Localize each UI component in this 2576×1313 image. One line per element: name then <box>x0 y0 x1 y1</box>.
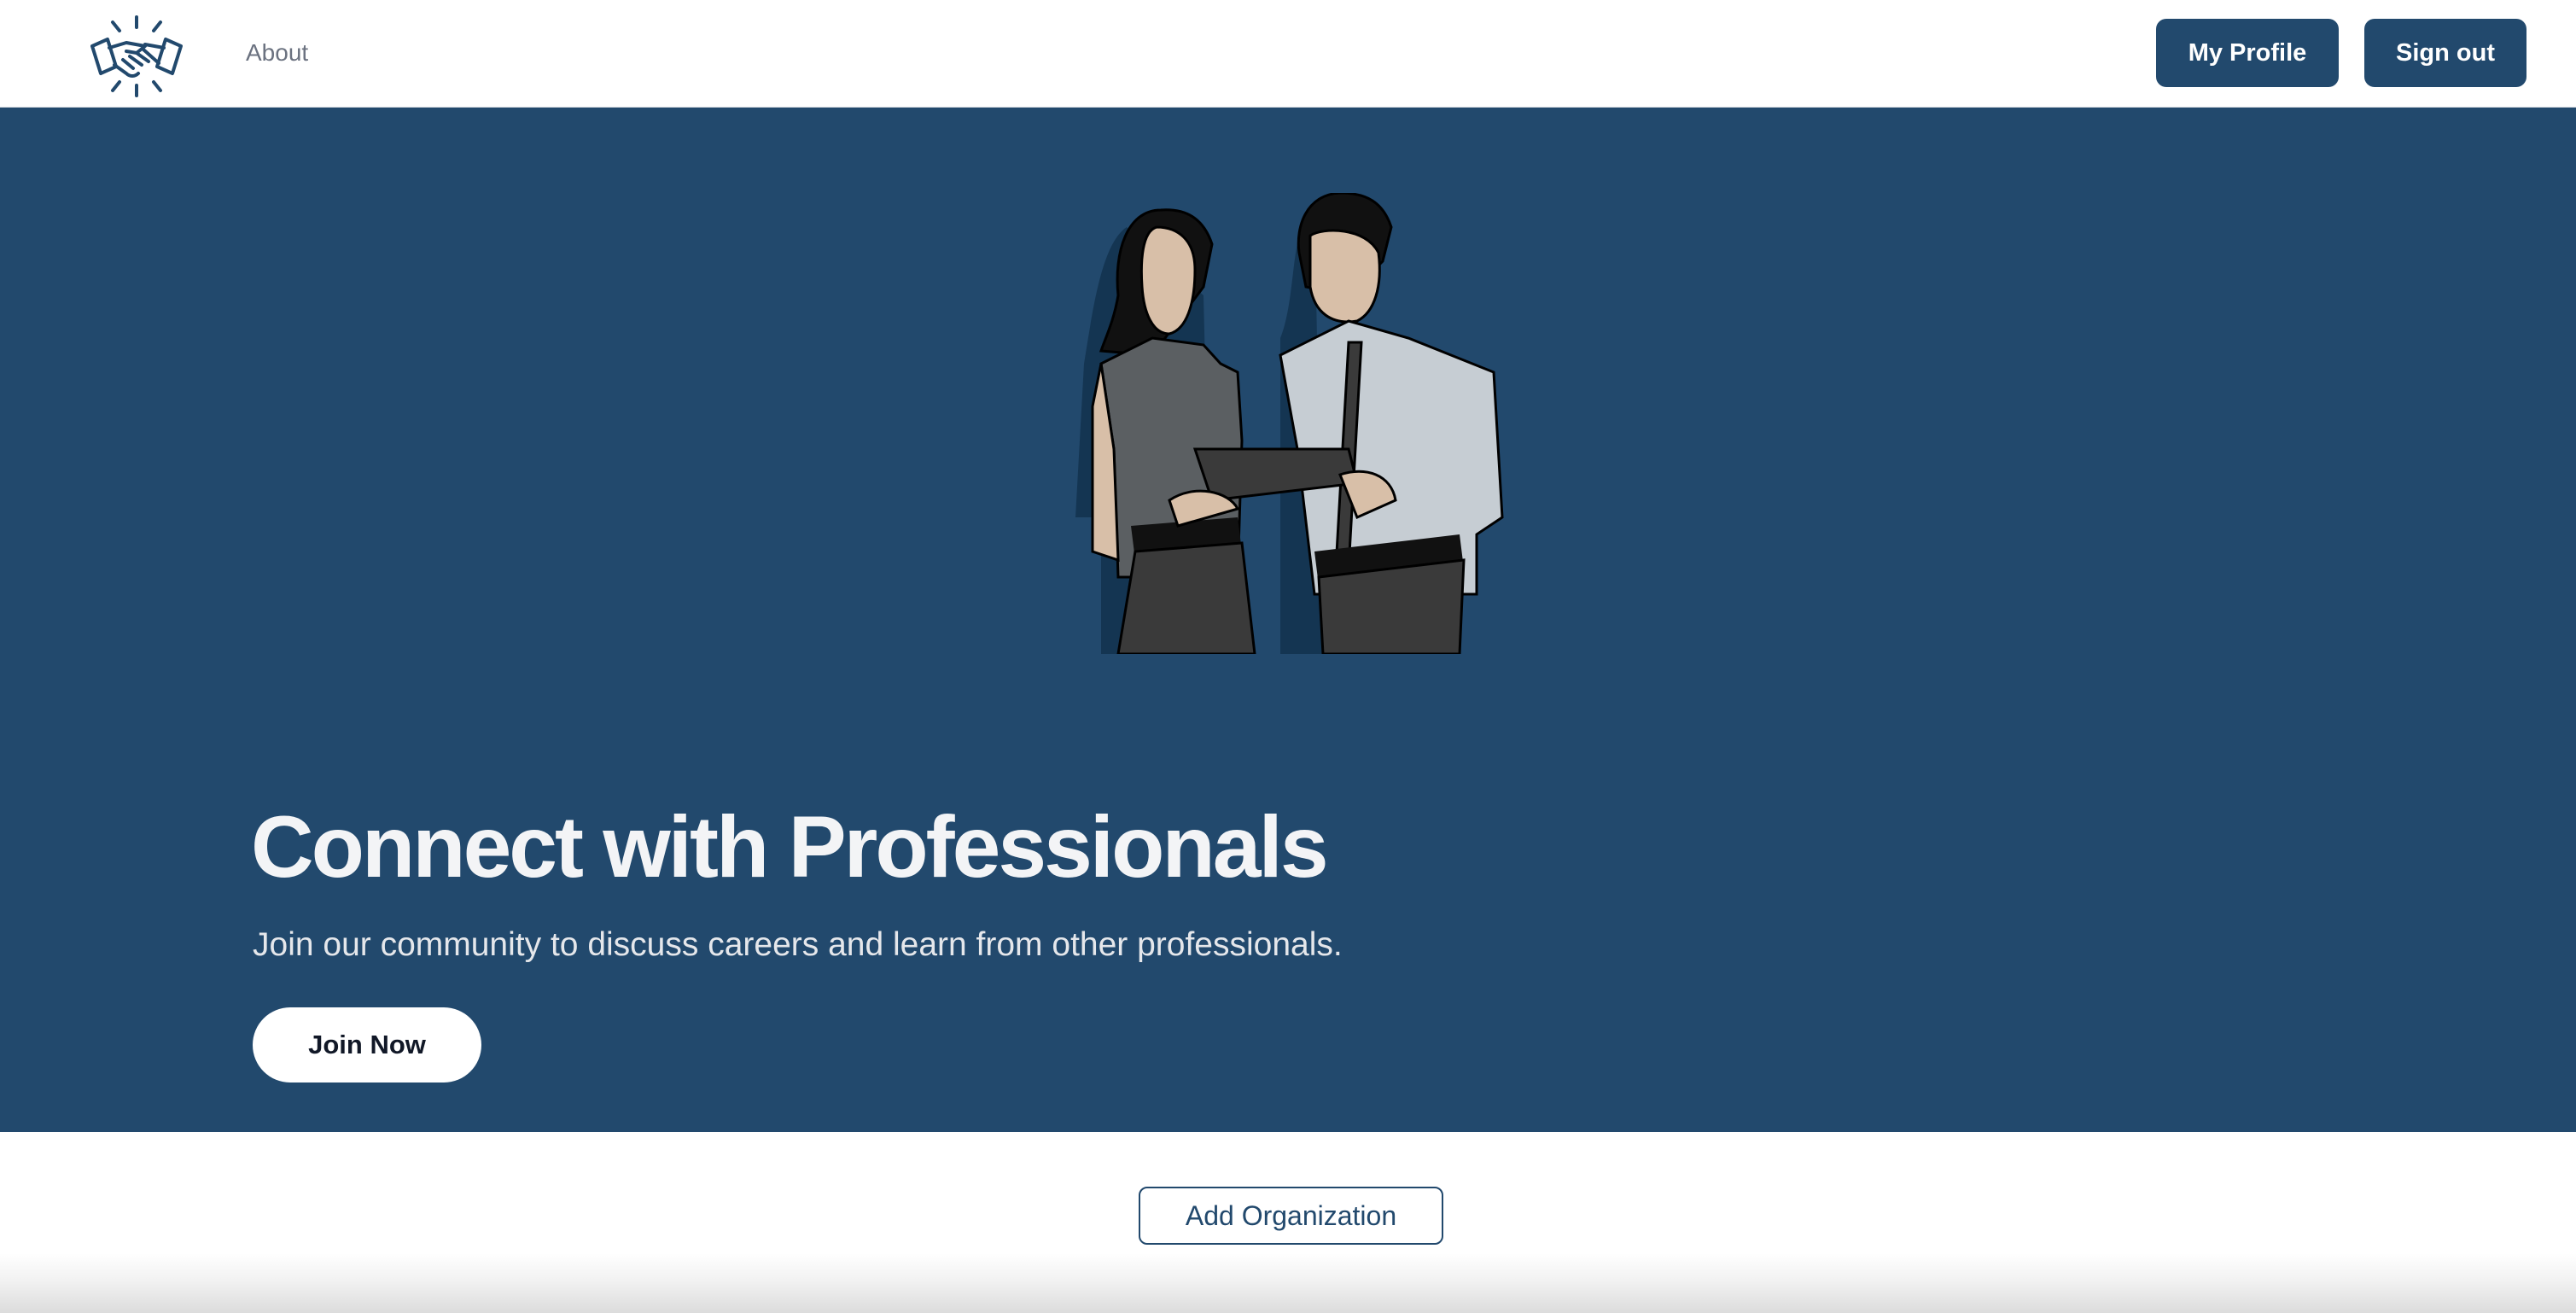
professionals-illustration <box>1067 191 1519 656</box>
hero-title: Connect with Professionals <box>251 798 1329 896</box>
sign-out-button[interactable]: Sign out <box>2364 19 2526 87</box>
my-profile-button[interactable]: My Profile <box>2156 19 2339 87</box>
bottom-panel-shadow <box>0 1253 2576 1313</box>
join-now-button[interactable]: Join Now <box>253 1007 481 1082</box>
top-navbar: About My Profile Sign out <box>0 0 2576 108</box>
add-organization-button[interactable]: Add Organization <box>1139 1187 1443 1245</box>
handshake-logo-icon[interactable] <box>89 14 184 99</box>
hero-section: Connect with Professionals Join our comm… <box>0 108 2576 1132</box>
nav-link-about[interactable]: About <box>246 38 308 68</box>
hero-subtitle: Join our community to discuss careers an… <box>253 926 1343 963</box>
